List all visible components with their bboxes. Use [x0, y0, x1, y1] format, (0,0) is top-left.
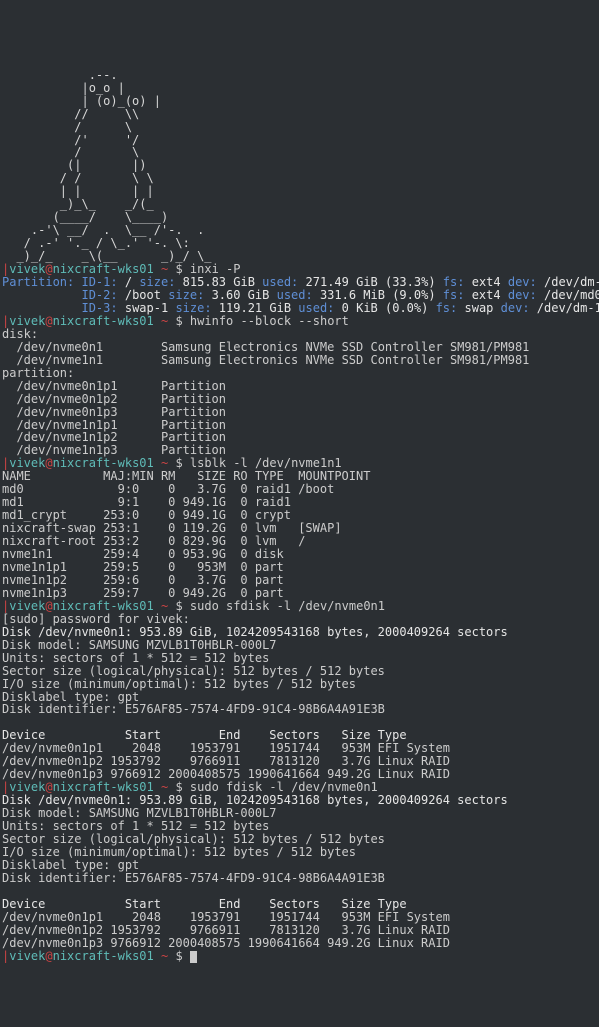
hwinfo-output-block: disk: /dev/nvme0n1 Samsung Electronics N…	[2, 327, 529, 458]
lsblk-output-block: NAME MAJ:MIN RM SIZE RO TYPE MOUNTPOINT …	[2, 469, 370, 600]
prompt-line-1[interactable]: |vivek@nixcraft-wks01 ~ $ inxi -P	[2, 262, 241, 276]
cursor-icon	[190, 951, 197, 963]
terminal-output: .--. |o_o | | (o)_(o) | // \\ / \ /' '/ …	[2, 56, 597, 963]
input-cmd-fdisk: sudo fdisk -l /dev/nvme0n1	[190, 780, 378, 794]
input-cmd-hwinfo: hwinfo --block --short	[190, 314, 349, 328]
inxi-output-block: Partition: ID-1: / size: 815.83 GiB used…	[2, 275, 599, 315]
prompt-line-3[interactable]: |vivek@nixcraft-wks01 ~ $ lsblk -l /dev/…	[2, 456, 342, 470]
input-cmd-inxi: inxi -P	[190, 262, 241, 276]
prompt-line-5[interactable]: |vivek@nixcraft-wks01 ~ $ sudo fdisk -l …	[2, 780, 378, 794]
sfdisk-output-block: [sudo] password for vivek: Disk /dev/nvm…	[2, 612, 508, 781]
fdisk-output-block: Disk /dev/nvme0n1: 953.89 GiB, 102420954…	[2, 793, 508, 949]
prompt-line-4[interactable]: |vivek@nixcraft-wks01 ~ $ sudo sfdisk -l…	[2, 599, 385, 613]
input-cmd-lsblk: lsblk -l /dev/nvme1n1	[190, 456, 342, 470]
prompt-line-6[interactable]: |vivek@nixcraft-wks01 ~ $	[2, 949, 197, 963]
prompt-line-2[interactable]: |vivek@nixcraft-wks01 ~ $ hwinfo --block…	[2, 314, 349, 328]
input-cmd-sfdisk: sudo sfdisk -l /dev/nvme0n1	[190, 599, 385, 613]
tux-ascii-art: .--. |o_o | | (o)_(o) | // \\ / \ /' '/ …	[2, 68, 212, 263]
sudo-prompt: [sudo] password for vivek:	[2, 612, 197, 626]
